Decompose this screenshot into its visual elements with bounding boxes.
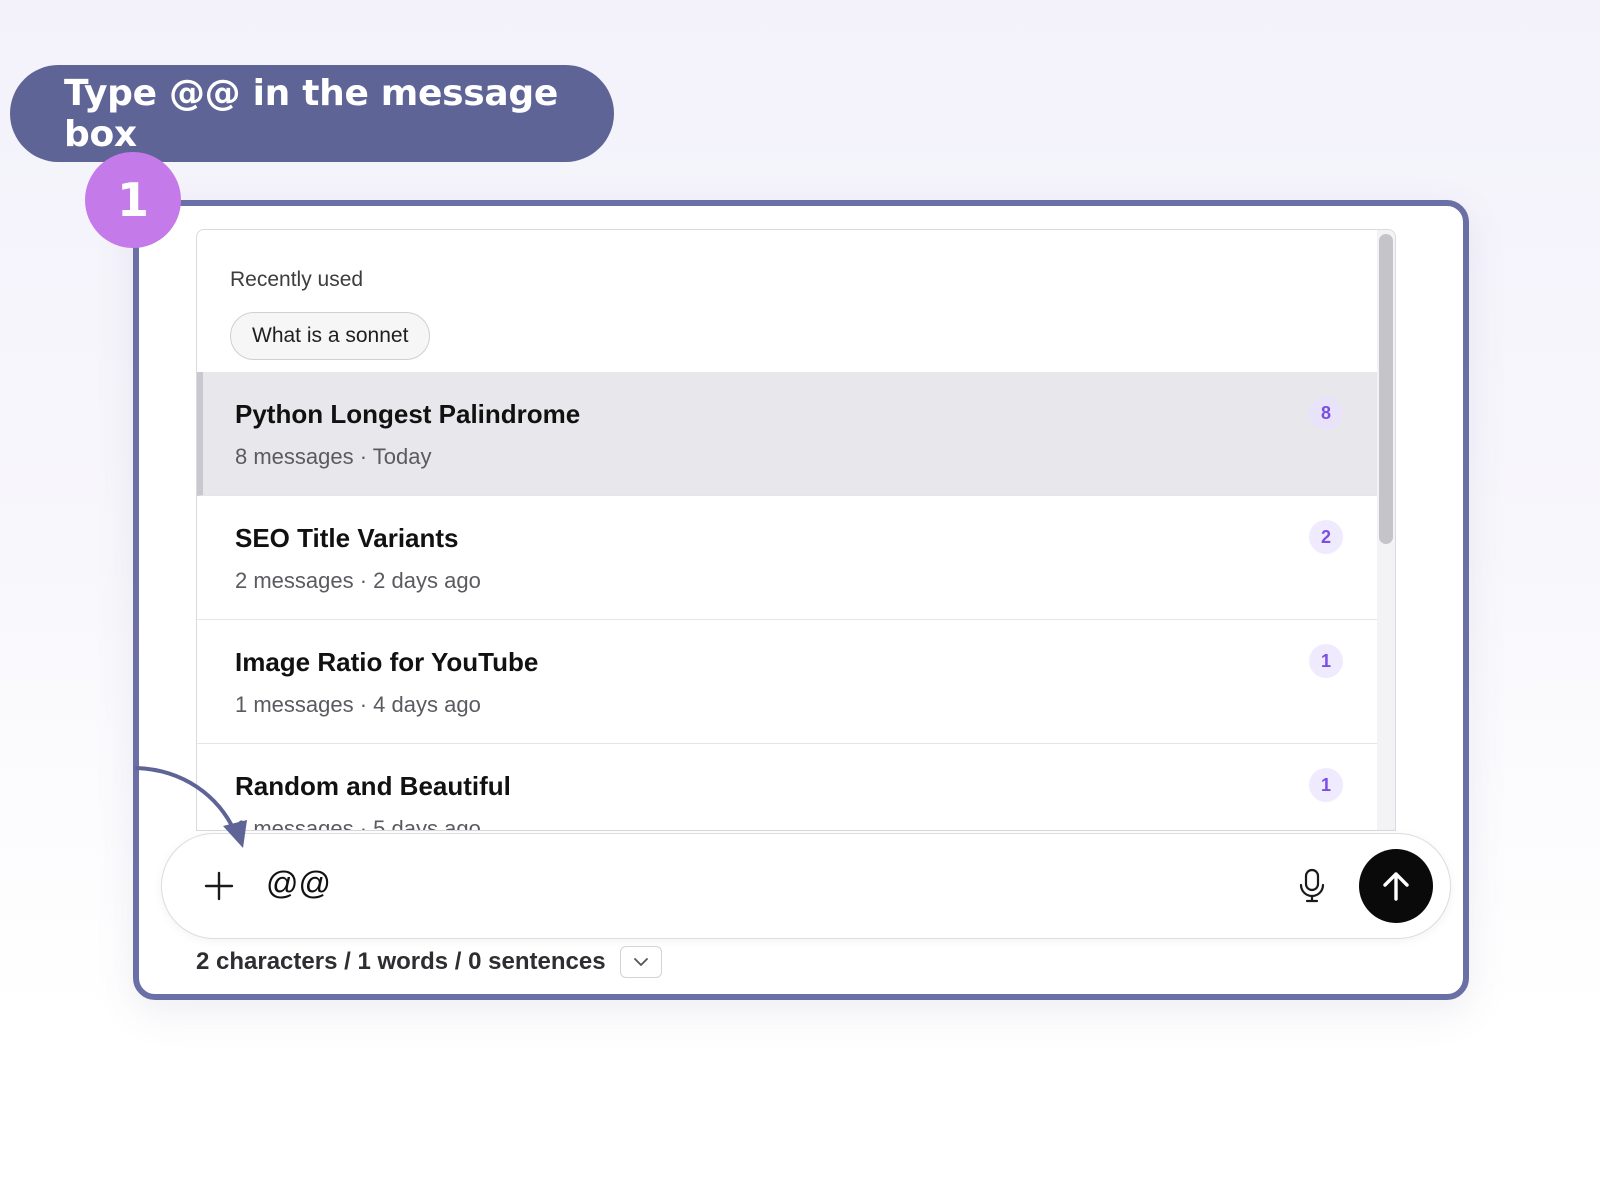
conversation-list: Python Longest Palindrome 8 messages · T…	[197, 372, 1377, 831]
recently-used-label: Recently used	[230, 268, 364, 291]
message-input-bar[interactable]: @@	[161, 833, 1451, 939]
pointer-arrow	[135, 766, 247, 848]
stats-toggle-button[interactable]	[619, 946, 662, 978]
chat-composer-frame: Recently used What is a sonnet Python Lo…	[133, 200, 1469, 1000]
conversation-meta: 1 messages · 4 days ago	[235, 692, 481, 717]
add-attachment-button[interactable]	[200, 867, 238, 905]
text-stats: 2 characters / 1 words / 0 sentences	[196, 946, 662, 978]
step-number-badge: 1	[85, 152, 181, 248]
plus-icon	[204, 871, 234, 901]
recent-chip-what-is-a-sonnet[interactable]: What is a sonnet	[230, 312, 431, 360]
message-count-badge: 2	[1309, 520, 1343, 554]
microphone-icon	[1299, 868, 1325, 903]
conversation-meta: 1 messages · 5 days ago	[235, 816, 481, 831]
conversation-title: Image Ratio for YouTube	[235, 647, 539, 677]
message-input[interactable]: @@	[266, 865, 331, 902]
instruction-callout: Type @@ in the message box	[10, 65, 614, 162]
conversation-meta: 2 messages · 2 days ago	[235, 568, 481, 593]
message-count-badge: 1	[1309, 768, 1343, 802]
dropdown-content: Recently used What is a sonnet Python Lo…	[197, 230, 1377, 830]
arrow-up-icon	[1383, 872, 1409, 901]
scrollbar-thumb[interactable]	[1379, 234, 1393, 544]
conversation-meta: 8 messages · Today	[235, 444, 432, 469]
stats-text: 2 characters / 1 words / 0 sentences	[196, 948, 606, 975]
instruction-text: Type @@ in the message box	[64, 72, 558, 155]
conversation-title: Random and Beautiful	[235, 771, 511, 801]
conversation-item[interactable]: Image Ratio for YouTube 1 messages · 4 d…	[197, 620, 1377, 744]
voice-input-button[interactable]	[1292, 864, 1332, 908]
conversation-title: SEO Title Variants	[235, 523, 459, 553]
chevron-down-icon	[633, 958, 648, 966]
conversation-item[interactable]: Python Longest Palindrome 8 messages · T…	[197, 372, 1377, 496]
conversation-item[interactable]: SEO Title Variants 2 messages · 2 days a…	[197, 496, 1377, 620]
conversation-mention-dropdown: Recently used What is a sonnet Python Lo…	[196, 229, 1396, 831]
message-count-badge: 1	[1309, 644, 1343, 678]
message-count-badge: 8	[1309, 396, 1343, 430]
send-button[interactable]	[1359, 849, 1433, 923]
dropdown-scrollbar[interactable]	[1377, 230, 1395, 830]
conversation-title: Python Longest Palindrome	[235, 399, 581, 429]
conversation-item[interactable]: Random and Beautiful 1 messages · 5 days…	[197, 744, 1377, 831]
